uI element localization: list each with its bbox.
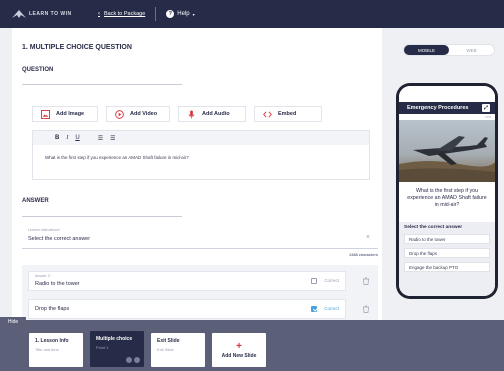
plus-icon: + [236, 340, 242, 352]
preview-question-text: What is the first step if you experience… [407, 188, 487, 209]
preview-option[interactable]: Radio to the tower [404, 234, 490, 244]
add-audio-label: Add Audio [202, 111, 230, 117]
chevron-down-icon: ▾ [192, 11, 195, 17]
preview-answers: Select the correct answer Radio to the t… [399, 222, 495, 296]
preview-header-title: Emergency Procedures [407, 105, 469, 111]
preview-option[interactable]: Engage the backup PTO [404, 262, 490, 272]
slide-subtitle: Point 1 [96, 345, 109, 350]
help-icon: ? [166, 10, 175, 18]
character-count: 2488 characters [349, 253, 378, 257]
slide-actions [126, 357, 140, 363]
slide-multiple-choice[interactable]: Multiple choice Point 1 [90, 331, 144, 367]
add-new-slide-label: Add New Slide [221, 352, 257, 359]
airplane-image [399, 120, 495, 182]
slide-lesson-info[interactable]: 1. Lesson Info Title and time [29, 333, 83, 367]
answer-value[interactable]: Drop the flaps [35, 306, 69, 312]
embed-button[interactable]: Embed [254, 106, 322, 122]
rte-toolbar: B I U ☰ ☰ [33, 131, 369, 145]
expand-icon[interactable]: ⤢ [482, 104, 490, 112]
trash-icon[interactable] [126, 357, 132, 363]
hide-slides-button[interactable]: Hide [0, 317, 26, 327]
bulleted-list-icon[interactable]: ☰ [98, 135, 103, 142]
learner-instructions-field[interactable]: Learner instructions* Select the correct… [22, 227, 378, 249]
chevron-left-icon: ‹ [98, 11, 100, 17]
add-video-button[interactable]: Add Video [106, 106, 170, 122]
heading-underline [22, 216, 182, 217]
correct-label: Correct [324, 306, 339, 311]
gear-icon [490, 115, 494, 119]
add-image-label: Add Image [56, 111, 85, 117]
heading-underline [22, 84, 182, 85]
add-audio-button[interactable]: Add Audio [178, 106, 246, 122]
answer-value[interactable]: Radio to the tower [35, 281, 80, 287]
code-icon [263, 110, 272, 119]
slide-exit[interactable]: Exit Slide Exit Slide [151, 333, 205, 367]
answer-row[interactable]: Drop the flaps Correct [28, 299, 346, 319]
correct-checkbox[interactable] [311, 306, 317, 312]
tab-web[interactable]: WEB [449, 45, 494, 55]
slide-subtitle: Title and time [35, 347, 59, 352]
answers-list: Answer 1* Radio to the tower Correct Dro… [22, 265, 378, 322]
learner-instructions-value[interactable]: Select the correct answer [28, 236, 90, 242]
slide-title: Exit Slide [157, 338, 180, 344]
media-buttons: Add Image Add Video Add Audio Embed [32, 106, 322, 122]
question-heading: QUESTION [22, 67, 54, 73]
help-menu[interactable]: ? Help ▾ [166, 10, 195, 18]
page-title: 1. MULTIPLE CHOICE QUESTION [22, 44, 132, 51]
top-bar: LEARN TO WIN ‹ Back to Package ? Help ▾ [0, 0, 504, 28]
answer-row[interactable]: Answer 1* Radio to the tower Correct [28, 271, 346, 291]
answer-heading: ANSWER [22, 198, 49, 204]
add-image-button[interactable]: Add Image [32, 106, 98, 122]
numbered-list-icon[interactable]: ☰ [110, 135, 115, 142]
status-area [399, 86, 495, 102]
italic-button[interactable]: I [66, 135, 68, 141]
logo-text: LEARN TO WIN [29, 11, 72, 17]
preview-header: Emergency Procedures ⤢ [399, 102, 495, 114]
embed-label: Embed [278, 111, 297, 117]
slide-title: Multiple choice [96, 336, 133, 342]
slide-title: 1. Lesson Info [35, 338, 69, 344]
mobile-preview: Emergency Procedures ⤢ 70% What is the f… [396, 83, 498, 299]
question-rich-text-editor[interactable]: B I U ☰ ☰ What is the first step if you … [32, 130, 370, 180]
divider [155, 7, 157, 21]
add-new-slide-button[interactable]: + Add New Slide [212, 333, 266, 367]
back-label: Back to Package [104, 11, 146, 17]
tab-mobile[interactable]: MOBILE [404, 45, 449, 55]
preview-instructions: Select the correct answer [404, 225, 463, 230]
trash-icon[interactable] [362, 305, 370, 313]
correct-checkbox[interactable] [311, 278, 317, 284]
logo[interactable]: LEARN TO WIN [12, 9, 82, 19]
answer-label: Answer 1* [35, 274, 51, 278]
phone-screen: Emergency Procedures ⤢ 70% What is the f… [399, 86, 495, 296]
logo-icon [12, 9, 26, 19]
image-icon [41, 109, 50, 119]
question-text[interactable]: What is the first step if you experience… [33, 145, 369, 160]
bold-button[interactable]: B [55, 135, 59, 141]
question-editor: 1. MULTIPLE CHOICE QUESTION QUESTION Add… [12, 28, 382, 322]
preview-mode-toggle: MOBILE WEB [403, 44, 495, 56]
trash-icon[interactable] [362, 277, 370, 285]
play-icon [115, 109, 124, 119]
learner-instructions-label: Learner instructions* [28, 228, 61, 232]
underline-button[interactable]: U [75, 135, 79, 141]
help-label: Help [177, 11, 190, 17]
copy-icon[interactable] [134, 357, 140, 363]
preview-option[interactable]: Drop the flaps [404, 248, 490, 258]
correct-label: Correct [324, 278, 339, 283]
back-to-package-link[interactable]: ‹ Back to Package [98, 11, 145, 17]
close-icon[interactable]: × [366, 234, 370, 241]
microphone-icon [187, 109, 196, 119]
add-video-label: Add Video [130, 111, 158, 117]
slide-subtitle: Exit Slide [157, 347, 174, 352]
